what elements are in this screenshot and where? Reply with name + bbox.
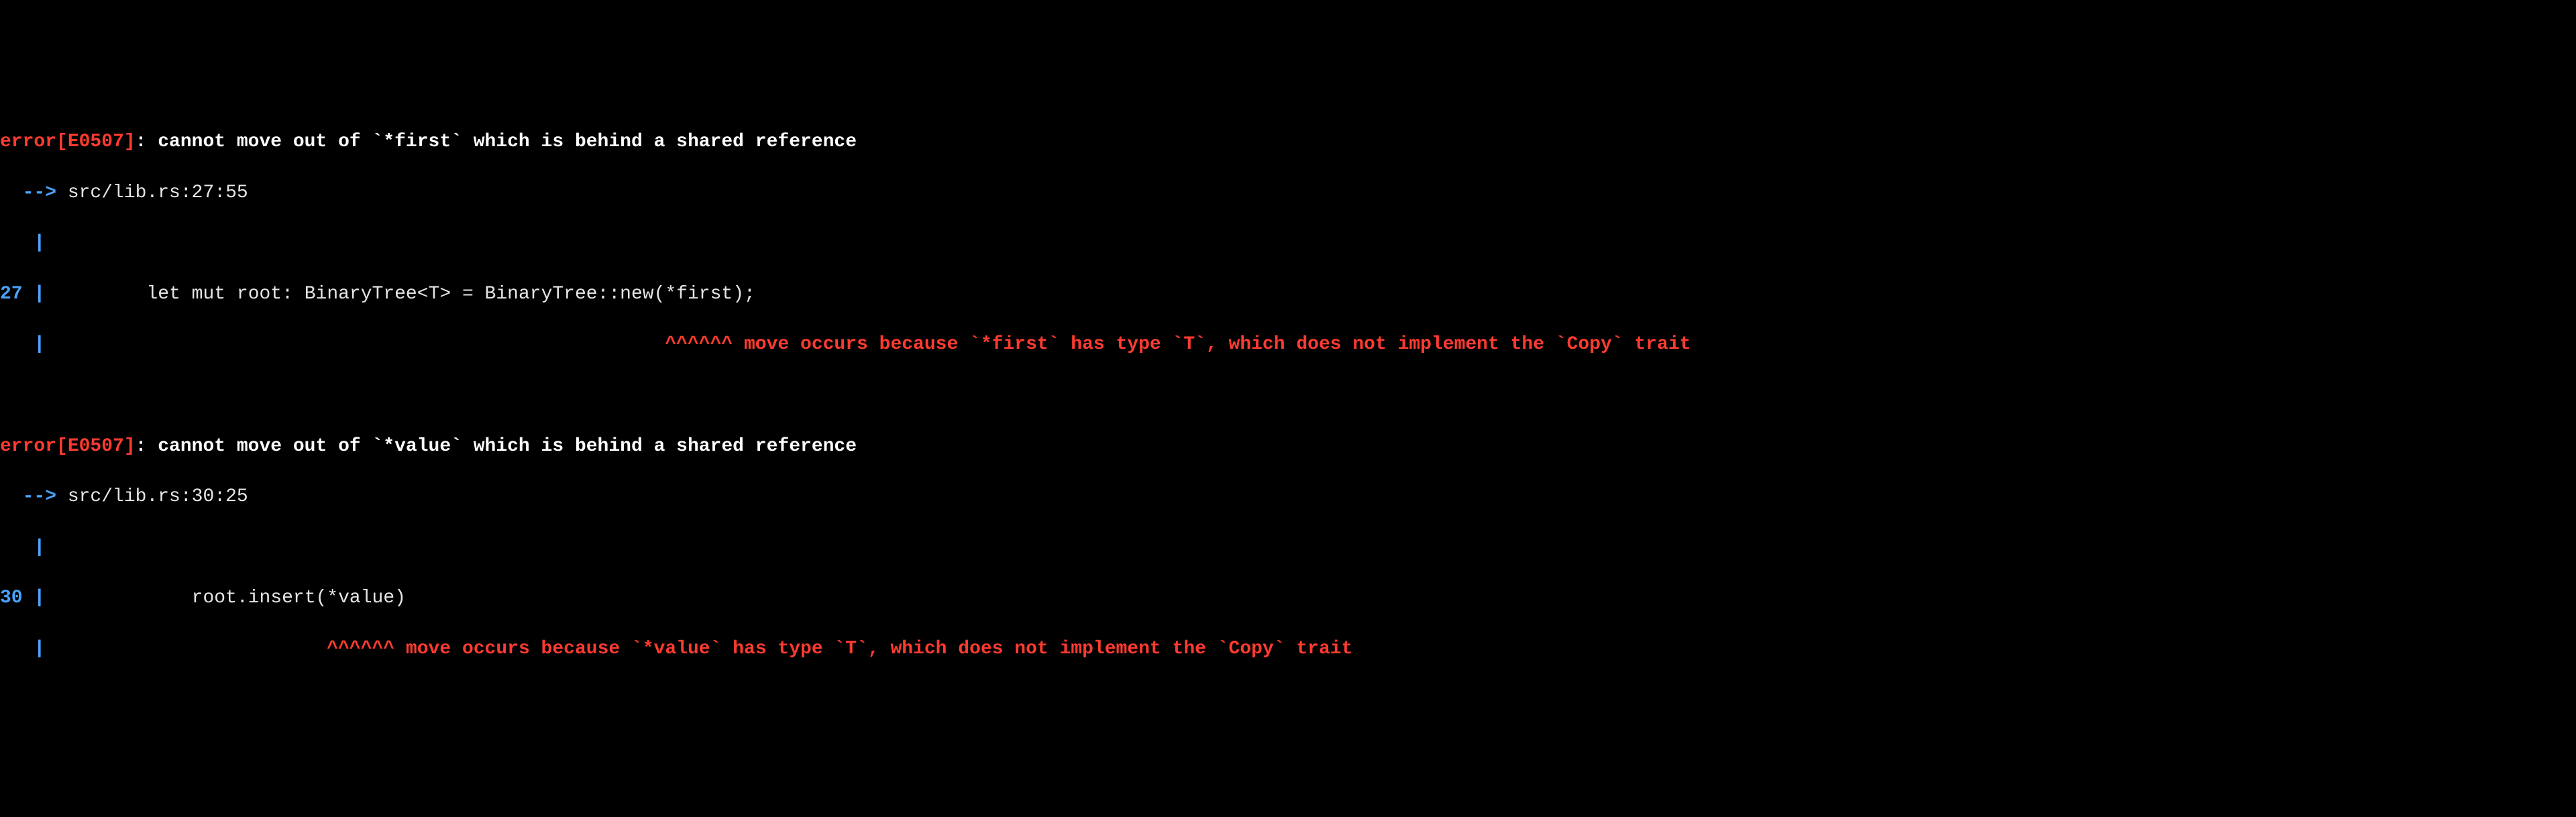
code-line: 27 | let mut root: BinaryTree<T> = Binar… — [0, 282, 2576, 307]
blank-line — [0, 383, 2576, 408]
error-message: : cannot move out of `*first` which is b… — [136, 131, 857, 152]
gutter-pipe: | — [34, 284, 45, 305]
gutter-pipe: | — [34, 588, 45, 608]
line-number: 30 — [0, 588, 34, 608]
source-code: let mut root: BinaryTree<T> = BinaryTree… — [146, 284, 755, 305]
error-location-line: --> src/lib.rs:27:55 — [0, 180, 2576, 206]
underline-line: | ^^^^^^ move occurs because `*value` ha… — [0, 637, 2576, 662]
underline-line: | ^^^^^^ move occurs because `*first` ha… — [0, 332, 2576, 358]
error-message: : cannot move out of `*value` which is b… — [136, 436, 857, 457]
error-code: error[E0507] — [0, 436, 136, 457]
error-header: error[E0507]: cannot move out of `*first… — [0, 129, 2576, 155]
underline-explanation: move occurs because `*value` has type `T… — [394, 639, 1352, 659]
file-location: src/lib.rs:30:25 — [68, 486, 248, 507]
underline-explanation: move occurs because `*first` has type `T… — [733, 334, 1690, 355]
gutter-pipe: | — [0, 639, 45, 659]
error-header: error[E0507]: cannot move out of `*value… — [0, 434, 2576, 459]
arrow-indicator: --> — [0, 182, 68, 203]
underline-pad — [45, 639, 327, 659]
gutter-pipe: | — [0, 537, 45, 558]
gutter-line: | — [0, 535, 2576, 561]
gutter-line: | — [0, 231, 2576, 256]
source-code: root.insert(*value) — [192, 588, 406, 608]
error-code: error[E0507] — [0, 131, 136, 152]
code-line: 30 | root.insert(*value) — [0, 586, 2576, 611]
file-location: src/lib.rs:27:55 — [68, 182, 248, 203]
error-location-line: --> src/lib.rs:30:25 — [0, 484, 2576, 510]
arrow-indicator: --> — [0, 486, 68, 507]
gutter-pipe: | — [0, 334, 45, 355]
gutter-pipe: | — [0, 233, 45, 254]
code-indent — [45, 588, 191, 608]
terminal-output: error[E0507]: cannot move out of `*first… — [0, 104, 2576, 687]
line-number: 27 — [0, 284, 34, 305]
underline-pad — [45, 334, 665, 355]
caret-underline: ^^^^^^ — [327, 639, 394, 659]
code-indent — [45, 284, 146, 305]
caret-underline: ^^^^^^ — [665, 334, 733, 355]
